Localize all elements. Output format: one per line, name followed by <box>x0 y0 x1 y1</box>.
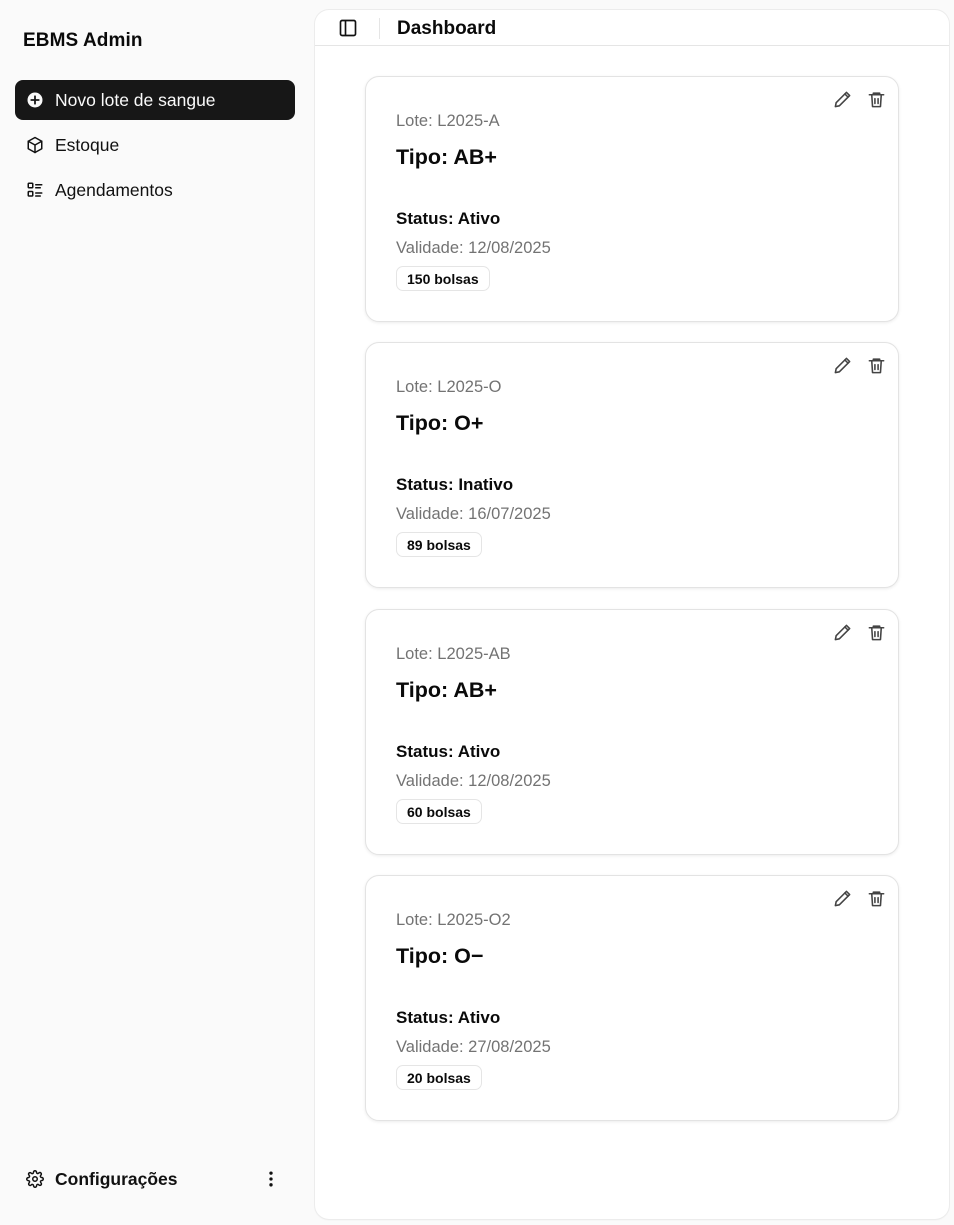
trash-icon[interactable] <box>865 621 887 643</box>
batch-lote: Lote: L2025-A <box>396 112 500 130</box>
batch-card: Lote: L2025-AB Tipo: AB+ Status: Ativo V… <box>365 609 899 855</box>
pencil-icon[interactable] <box>831 621 853 643</box>
sidebar: EBMS Admin Novo lote de sangue Estoque A… <box>0 0 310 1225</box>
app-title: EBMS Admin <box>23 30 143 51</box>
batch-status: Status: Ativo <box>396 742 501 761</box>
sidebar-item-estoque[interactable]: Estoque <box>15 125 295 165</box>
pencil-icon[interactable] <box>831 887 853 909</box>
sidebar-item-novo-lote[interactable]: Novo lote de sangue <box>15 80 295 120</box>
batch-card: Lote: L2025-A Tipo: AB+ Status: Ativo Va… <box>365 76 899 322</box>
trash-icon[interactable] <box>865 88 887 110</box>
divider <box>379 18 380 39</box>
batch-lote: Lote: L2025-AB <box>396 645 511 663</box>
sidebar-item-label: Estoque <box>55 134 120 155</box>
batch-type: Tipo: AB+ <box>396 678 497 702</box>
more-vertical-icon[interactable] <box>261 1169 281 1189</box>
batch-validade: Validade: 27/08/2025 <box>396 1038 551 1056</box>
pencil-icon[interactable] <box>831 354 853 376</box>
batch-status: Status: Ativo <box>396 209 501 228</box>
gear-icon <box>26 1170 44 1188</box>
trash-icon[interactable] <box>865 354 887 376</box>
batch-status: Status: Ativo <box>396 1008 501 1027</box>
batch-validade: Validade: 12/08/2025 <box>396 772 551 790</box>
batch-type: Tipo: O+ <box>396 411 484 435</box>
batch-lote: Lote: L2025-O2 <box>396 911 511 929</box>
bags-badge: 150 bolsas <box>396 266 490 291</box>
batch-status: Status: Inativo <box>396 475 514 494</box>
pencil-icon[interactable] <box>831 88 853 110</box>
sidebar-item-label: Configurações <box>55 1168 178 1189</box>
batch-type: Tipo: AB+ <box>396 145 497 169</box>
bags-badge: 20 bolsas <box>396 1065 482 1090</box>
page-title: Dashboard <box>397 18 497 39</box>
package-icon <box>26 136 44 154</box>
bags-badge: 89 bolsas <box>396 532 482 557</box>
sidebar-item-configuracoes[interactable]: Configurações <box>15 1159 295 1199</box>
sidebar-item-label: Agendamentos <box>55 179 173 200</box>
top-bar: Dashboard <box>315 10 949 46</box>
sidebar-nav: Novo lote de sangue Estoque Agendamentos <box>15 80 295 215</box>
sidebar-item-label: Novo lote de sangue <box>55 89 216 110</box>
batch-validade: Validade: 12/08/2025 <box>396 239 551 257</box>
batch-validade: Validade: 16/07/2025 <box>396 505 551 523</box>
batch-lote: Lote: L2025-O <box>396 378 502 396</box>
list-icon <box>26 181 44 199</box>
panel-left-icon[interactable] <box>337 18 359 38</box>
main-panel: Dashboard Lote: L2025-A Tipo: AB+ Status… <box>315 10 949 1219</box>
plus-circle-icon <box>26 91 44 109</box>
trash-icon[interactable] <box>865 887 887 909</box>
batch-type: Tipo: O− <box>396 944 484 968</box>
batch-card: Lote: L2025-O2 Tipo: O− Status: Ativo Va… <box>365 875 899 1121</box>
batch-card: Lote: L2025-O Tipo: O+ Status: Inativo V… <box>365 342 899 588</box>
bags-badge: 60 bolsas <box>396 799 482 824</box>
sidebar-item-agendamentos[interactable]: Agendamentos <box>15 170 295 210</box>
